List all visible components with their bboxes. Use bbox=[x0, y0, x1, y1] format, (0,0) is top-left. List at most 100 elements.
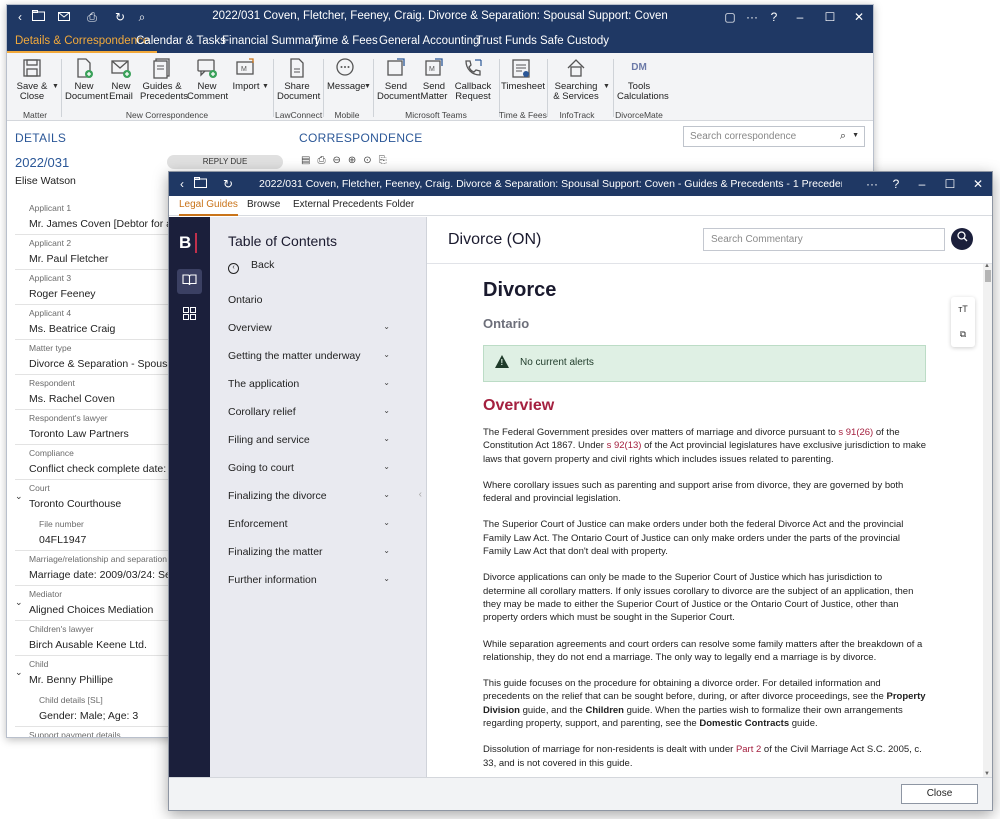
toc-item-finalizing-matter[interactable]: Finalizing the matter ⌄ bbox=[228, 546, 390, 558]
commentary-search-input[interactable]: Search Commentary bbox=[703, 228, 945, 251]
chevron-down-icon[interactable]: ⌄ bbox=[15, 667, 23, 678]
toc-item-enforcement[interactable]: Enforcement ⌄ bbox=[228, 518, 390, 530]
maximize-icon[interactable]: ☐ bbox=[941, 175, 959, 193]
scroll-up-icon[interactable]: ▲ bbox=[984, 263, 990, 269]
toc-item-getting-underway[interactable]: Getting the matter underway ⌄ bbox=[228, 350, 390, 362]
chevron-down-icon[interactable]: ⌄ bbox=[383, 434, 390, 443]
scrollbar-thumb[interactable] bbox=[985, 270, 991, 282]
minimize-icon[interactable]: – bbox=[913, 175, 931, 193]
toc-item-application[interactable]: The application ⌄ bbox=[228, 378, 390, 390]
link-part-2[interactable]: Part 2 bbox=[736, 744, 761, 755]
toc-item-overview[interactable]: Overview ⌄ bbox=[228, 322, 390, 334]
tab-safe-custody[interactable]: Safe Custody bbox=[540, 29, 609, 53]
timesheet-button[interactable]: Timesheet bbox=[501, 57, 545, 107]
chevron-down-icon[interactable]: ▼ bbox=[603, 83, 610, 90]
chevron-down-icon[interactable]: ⌄ bbox=[383, 574, 390, 583]
refresh-icon[interactable]: ↻ bbox=[219, 175, 237, 193]
field-value[interactable]: Toronto Courthouse bbox=[29, 498, 121, 510]
up-icon[interactable]: ⊙ bbox=[363, 155, 378, 166]
tab-browse[interactable]: Browse bbox=[247, 199, 280, 214]
list-view-icon[interactable]: ▤ bbox=[301, 155, 317, 166]
tab-general-accounting[interactable]: General Accounting bbox=[379, 29, 479, 53]
import-button[interactable]: M Import bbox=[231, 57, 261, 107]
help-icon[interactable]: ? bbox=[765, 8, 783, 26]
close-icon[interactable]: ✕ bbox=[969, 175, 987, 193]
link-s92-13[interactable]: s 92(13) bbox=[607, 440, 642, 451]
tab-trust-funds[interactable]: Trust Funds bbox=[476, 29, 537, 53]
chevron-down-icon[interactable]: ▼ bbox=[364, 83, 371, 90]
searching-services-button[interactable]: Searching & Services bbox=[551, 57, 601, 107]
grid-icon[interactable] bbox=[177, 303, 202, 328]
tab-details-correspondence[interactable]: Details & Correspondence bbox=[7, 29, 158, 53]
chevron-down-icon[interactable]: ⌄ bbox=[383, 322, 390, 331]
search-icon[interactable]: ⌕ bbox=[840, 130, 846, 143]
guides-precedents-button[interactable]: Guides & Precedents bbox=[140, 57, 188, 107]
chevron-down-icon[interactable]: ⌄ bbox=[383, 546, 390, 555]
field-value[interactable]: Birch Ausable Keene Ltd. bbox=[29, 639, 147, 651]
open-external-icon[interactable]: ⧉ bbox=[951, 322, 975, 347]
more-icon[interactable]: ··· bbox=[743, 8, 761, 26]
chevron-down-icon[interactable]: ⌄ bbox=[383, 406, 390, 415]
chevron-down-icon[interactable]: ⌄ bbox=[383, 350, 390, 359]
chevron-down-icon[interactable]: ⌄ bbox=[15, 597, 23, 608]
field-value[interactable]: Gender: Male; Age: 3 bbox=[39, 710, 138, 722]
toc-item-further-information[interactable]: Further information ⌄ bbox=[228, 574, 390, 586]
search-icon[interactable] bbox=[951, 228, 973, 250]
tab-external-precedents-folder[interactable]: External Precedents Folder bbox=[293, 199, 414, 214]
chevron-down-icon[interactable]: ⌄ bbox=[383, 462, 390, 471]
save-close-button[interactable]: Save & Close bbox=[13, 57, 51, 107]
export-icon[interactable]: ⎘ bbox=[379, 155, 394, 166]
folder-icon[interactable] bbox=[191, 175, 209, 193]
back-icon[interactable]: ‹ bbox=[173, 175, 191, 193]
new-document-button[interactable]: New Document bbox=[65, 57, 108, 107]
back-icon[interactable]: ⊖ bbox=[332, 155, 347, 166]
field-value[interactable]: Mr. Benny Phillipe bbox=[29, 674, 113, 686]
chevron-down-icon[interactable]: ⌄ bbox=[383, 518, 390, 527]
refresh-icon[interactable]: ↻ bbox=[111, 8, 129, 26]
close-button[interactable]: Close bbox=[901, 784, 978, 804]
field-value[interactable]: Mr. Paul Fletcher bbox=[29, 253, 108, 265]
field-value[interactable]: 04FL1947 bbox=[39, 534, 86, 546]
chevron-down-icon[interactable]: ▼ bbox=[852, 132, 859, 139]
callback-request-button[interactable]: Callback Request bbox=[453, 57, 493, 107]
search-icon[interactable]: ⌕ bbox=[133, 8, 151, 26]
more-icon[interactable]: ··· bbox=[863, 175, 881, 193]
send-matter-button[interactable]: M Send Matter bbox=[419, 57, 449, 107]
share-document-button[interactable]: Share Document bbox=[277, 57, 320, 107]
link-s91-26[interactable]: s 91(26) bbox=[838, 427, 873, 438]
toc-item-corollary-relief[interactable]: Corollary relief ⌄ bbox=[228, 406, 390, 418]
print-icon[interactable]: ⎙ bbox=[317, 155, 332, 166]
toc-item-ontario[interactable]: Ontario bbox=[228, 294, 390, 306]
notification-icon[interactable]: ▢ bbox=[721, 8, 739, 26]
tools-calculations-button[interactable]: DM Tools Calculations bbox=[617, 57, 669, 107]
text-size-icon[interactable]: ᴛT bbox=[951, 297, 975, 322]
book-icon[interactable] bbox=[177, 269, 202, 294]
help-icon[interactable]: ? bbox=[887, 175, 905, 193]
message-button[interactable]: Message bbox=[327, 57, 366, 107]
print-icon[interactable]: ⎙ bbox=[83, 8, 101, 26]
back-button[interactable]: ‹ Back bbox=[228, 259, 274, 274]
minimize-icon[interactable]: – bbox=[791, 8, 809, 26]
field-value[interactable]: Aligned Choices Mediation bbox=[29, 604, 153, 616]
scrollbar[interactable]: ▲ ▼ bbox=[983, 263, 992, 777]
chevron-down-icon[interactable]: ▼ bbox=[52, 83, 59, 90]
folder-icon[interactable] bbox=[29, 8, 47, 26]
field-value[interactable]: Ms. Rachel Coven bbox=[29, 393, 115, 405]
new-comment-button[interactable]: New Comment bbox=[187, 57, 228, 107]
toc-item-finalizing-divorce[interactable]: Finalizing the divorce ⌄ bbox=[228, 490, 390, 502]
correspondence-search-input[interactable]: Search correspondence ⌕ ▼ bbox=[683, 126, 865, 147]
reply-due-badge[interactable]: REPLY DUE bbox=[167, 155, 283, 169]
mail-icon[interactable] bbox=[55, 8, 73, 26]
tab-legal-guides[interactable]: Legal Guides bbox=[179, 199, 238, 216]
tab-financial-summary[interactable]: Financial Summary bbox=[222, 29, 320, 53]
forward-icon[interactable]: ⊕ bbox=[348, 155, 363, 166]
toc-item-going-to-court[interactable]: Going to court ⌄ bbox=[228, 462, 390, 474]
send-document-button[interactable]: Send Document bbox=[377, 57, 420, 107]
tab-time-fees[interactable]: Time & Fees bbox=[313, 29, 378, 53]
field-value[interactable]: Toronto Law Partners bbox=[29, 428, 129, 440]
new-email-button[interactable]: New Email bbox=[106, 57, 136, 107]
chevron-down-icon[interactable]: ▼ bbox=[262, 83, 269, 90]
chevron-down-icon[interactable]: ⌄ bbox=[383, 378, 390, 387]
field-value[interactable]: Ms. Beatrice Craig bbox=[29, 323, 115, 335]
toc-item-filing-service[interactable]: Filing and service ⌄ bbox=[228, 434, 390, 446]
